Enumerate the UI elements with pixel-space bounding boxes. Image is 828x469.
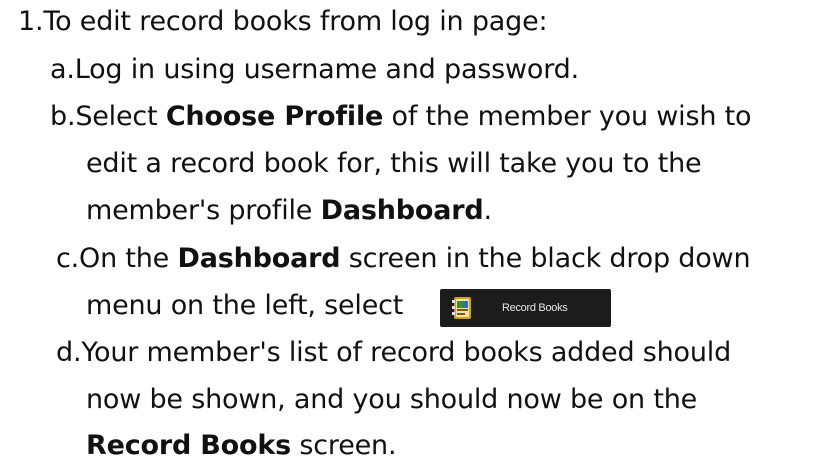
- step-d-line-2: now be shown, and you should now be on t…: [86, 382, 697, 418]
- record-books-button[interactable]: Record Books: [440, 289, 611, 327]
- record-book-icon: [452, 295, 474, 321]
- step-c-marker: c.: [56, 243, 80, 274]
- step-d-line3-post: screen.: [291, 430, 397, 461]
- step-b-line3-pre: member's profile: [86, 195, 321, 226]
- step-c-post: screen in the black drop down: [340, 243, 751, 274]
- step-b-line-1: b.Select Choose Profile of the member yo…: [50, 99, 752, 135]
- step-1-marker: 1.: [18, 6, 44, 37]
- instruction-document: 1.To edit record books from log in page:…: [0, 0, 828, 469]
- step-c-line2-text: menu on the left, select: [86, 290, 404, 321]
- step-d-marker: d.: [56, 337, 82, 368]
- step-b-post: of the member you wish to: [383, 101, 752, 132]
- step-b-line-3: member's profile Dashboard.: [86, 193, 492, 229]
- step-c-line-1: c.On the Dashboard screen in the black d…: [56, 241, 751, 277]
- step-b-line-2: edit a record book for, this will take y…: [86, 146, 702, 182]
- step-d-line2-text: now be shown, and you should now be on t…: [86, 384, 698, 415]
- step-d-line-3: Record Books screen.: [86, 428, 397, 464]
- step-b-pre: Select: [75, 101, 166, 132]
- step-1-line: 1.To edit record books from log in page:: [18, 4, 548, 40]
- step-d-text: Your member's list of record books added…: [81, 337, 732, 368]
- record-books-button-label: Record Books: [502, 302, 568, 314]
- step-b-line2-text: edit a record book for, this will take y…: [86, 148, 702, 179]
- step-b-line3-post: .: [483, 195, 492, 226]
- step-1-text: To edit record books from log in page:: [43, 6, 548, 37]
- choose-profile-label: Choose Profile: [165, 101, 384, 132]
- record-books-screen-label: Record Books: [86, 430, 292, 461]
- step-c-line-2: menu on the left, select: [86, 288, 403, 324]
- step-b-marker: b.: [50, 101, 76, 132]
- dashboard-label-c: Dashboard: [177, 243, 341, 274]
- step-c-pre: On the: [79, 243, 178, 274]
- step-a-line: a.Log in using username and password.: [50, 52, 579, 88]
- step-a-text: Log in using username and password.: [74, 54, 579, 85]
- step-d-line-1: d.Your member's list of record books add…: [56, 335, 731, 371]
- dashboard-label: Dashboard: [320, 195, 484, 226]
- step-a-marker: a.: [50, 54, 75, 85]
